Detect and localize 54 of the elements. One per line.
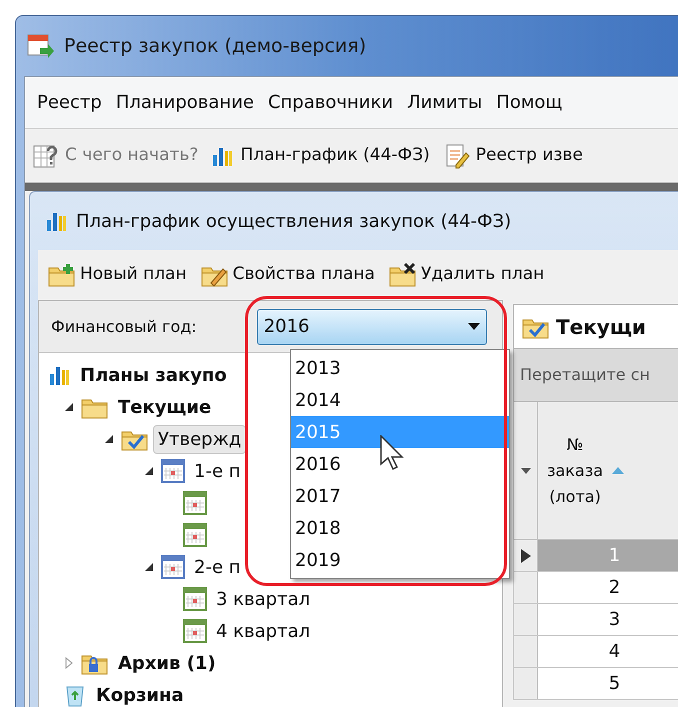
dropdown-arrow-icon: [520, 468, 530, 474]
dropdown-option[interactable]: 2016: [291, 448, 509, 480]
group-panel: Перетащите сн: [513, 348, 678, 402]
menu-item[interactable]: Реестр: [37, 89, 102, 116]
calendar-icon: [183, 491, 207, 515]
calendar-icon: [161, 459, 185, 483]
mouse-cursor-icon: [380, 435, 404, 471]
menu-item[interactable]: Лимиты: [407, 89, 482, 116]
table-cell: 1: [538, 540, 678, 571]
table-cell: 5: [538, 668, 678, 699]
field-label: Финансовый год:: [51, 316, 197, 338]
calendar-app-icon: [26, 32, 54, 60]
sort-ascending-icon: [612, 467, 624, 474]
dropdown-option[interactable]: 2018: [291, 512, 509, 544]
bar-chart-icon: [46, 210, 68, 232]
table-cell: 4: [538, 636, 678, 667]
folder-plus-icon: [48, 263, 76, 287]
menu-item[interactable]: Справочники: [268, 89, 394, 116]
tree-item[interactable]: 2-е п: [189, 552, 246, 582]
tree-item[interactable]: 4 квартал: [211, 616, 316, 646]
tree-item[interactable]: 3 квартал: [211, 584, 316, 614]
help-table-icon: [33, 142, 59, 168]
calendar-icon: [161, 555, 185, 579]
dropdown-option[interactable]: 2019: [291, 544, 509, 576]
calendar-icon: [183, 523, 207, 547]
child-window-title: План-график осуществления закупок (44-ФЗ): [76, 210, 512, 234]
table-cell: 2: [538, 572, 678, 603]
tree-item[interactable]: Архив (1): [113, 648, 221, 678]
toolbar-button[interactable]: Свойства плана: [200, 262, 375, 288]
menu-item[interactable]: Помощ: [496, 89, 562, 116]
dropdown-option[interactable]: 2013: [291, 352, 509, 384]
row-indicator[interactable]: [514, 540, 538, 571]
calendar-icon: [183, 619, 207, 643]
toolbar-button[interactable]: Удалить план: [388, 262, 544, 288]
table-cell: 3: [538, 604, 678, 635]
tab[interactable]: Текущи: [513, 304, 678, 348]
tree-item[interactable]: Текущие: [113, 392, 216, 422]
year-dropdown[interactable]: 2016: [256, 308, 487, 344]
dropdown-option[interactable]: 2014: [291, 384, 509, 416]
calendar-icon: [183, 587, 207, 611]
tree-item[interactable]: 1-е п: [189, 456, 246, 486]
bar-chart-icon: [49, 364, 71, 386]
menu-item[interactable]: Планирование: [116, 89, 254, 116]
dropdown-arrow-icon: [468, 322, 480, 330]
tree-item[interactable]: Планы закупо: [75, 360, 232, 390]
toolbar-button[interactable]: Новый план: [48, 262, 187, 288]
document-pencil-icon: [444, 142, 470, 168]
tree-item[interactable]: Утвержд: [153, 424, 246, 454]
dropdown-option[interactable]: 2017: [291, 480, 509, 512]
tree-item[interactable]: Корзина: [91, 680, 189, 707]
window-title: Реестр закупок (демо-версия): [64, 34, 366, 59]
toolbar-button[interactable]: План-график (44-ФЗ): [212, 142, 430, 168]
toolbar-button[interactable]: Реестр изве: [444, 142, 583, 168]
folder-delete-icon: [388, 263, 417, 287]
